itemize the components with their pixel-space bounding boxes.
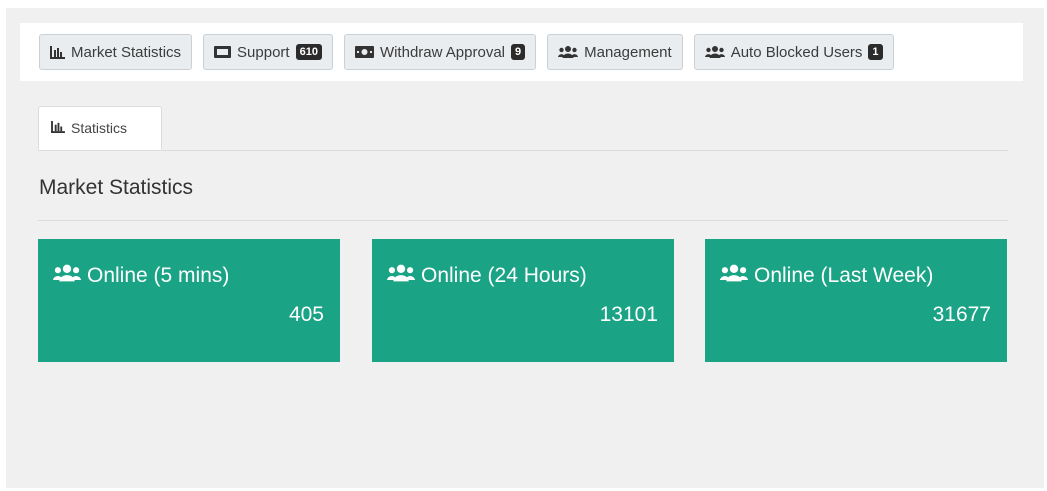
bar-chart-icon bbox=[51, 120, 65, 136]
tab-statistics[interactable]: Statistics bbox=[38, 106, 162, 150]
auto-blocked-users-button[interactable]: Auto Blocked Users 1 bbox=[693, 34, 894, 70]
stat-card-value: 405 bbox=[288, 303, 324, 326]
top-toolbar: Market Statistics Support 610 Withdraw A… bbox=[20, 23, 1023, 81]
support-label: Support bbox=[237, 43, 290, 61]
bar-chart-icon bbox=[50, 45, 65, 59]
withdraw-approval-button[interactable]: Withdraw Approval 9 bbox=[343, 34, 537, 70]
management-label: Management bbox=[584, 43, 672, 61]
users-icon bbox=[704, 45, 725, 59]
withdraw-count-badge: 9 bbox=[511, 44, 526, 60]
auto-blocked-users-label: Auto Blocked Users bbox=[730, 43, 863, 61]
ticket-icon bbox=[214, 46, 232, 58]
stat-card-online-last-week: Online (Last Week) 31677 bbox=[705, 239, 1007, 362]
users-icon bbox=[558, 45, 579, 59]
divider bbox=[38, 220, 1008, 221]
tab-statistics-label: Statistics bbox=[71, 120, 128, 136]
blocked-count-badge: 1 bbox=[868, 44, 883, 60]
management-button[interactable]: Management bbox=[547, 34, 683, 70]
users-icon bbox=[720, 263, 748, 289]
users-icon bbox=[387, 263, 415, 289]
stat-card-online-5-mins: Online (5 mins) 405 bbox=[38, 239, 340, 362]
money-icon bbox=[354, 46, 374, 58]
support-button[interactable]: Support 610 bbox=[203, 34, 333, 70]
market-statistics-button[interactable]: Market Statistics bbox=[39, 34, 193, 70]
support-count-badge: 610 bbox=[295, 44, 322, 60]
stat-card-value: 31677 bbox=[932, 303, 991, 326]
stat-card-label: Online (Last Week) bbox=[754, 264, 934, 287]
market-statistics-label: Market Statistics bbox=[71, 43, 182, 61]
withdraw-approval-label: Withdraw Approval bbox=[379, 43, 505, 61]
stats-cards: Online (5 mins) 405 Online (24 Hours) 13… bbox=[38, 239, 1008, 362]
users-icon bbox=[53, 263, 81, 289]
stat-card-online-24-hours: Online (24 Hours) 13101 bbox=[372, 239, 674, 362]
page-title: Market Statistics bbox=[39, 176, 194, 199]
stat-card-label: Online (24 Hours) bbox=[421, 264, 587, 287]
tab-bar: Statistics bbox=[38, 106, 1008, 151]
stat-card-label: Online (5 mins) bbox=[87, 264, 230, 287]
stat-card-value: 13101 bbox=[599, 303, 658, 326]
